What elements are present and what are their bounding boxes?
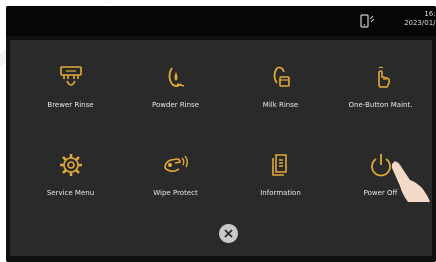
close-icon — [224, 229, 233, 238]
close-button[interactable] — [219, 224, 238, 243]
menu-item-label: Powder Rinse — [151, 101, 200, 109]
menu-item-one-button-maint[interactable]: One-Button Maint. — [328, 48, 433, 118]
wipe-hand-icon — [163, 155, 188, 172]
menu-item-wipe-protect[interactable]: Wipe Protect — [123, 136, 228, 206]
brewer-rinse-icon — [59, 66, 82, 86]
menu-item-label: Service Menu — [46, 189, 95, 197]
touch-hand-icon — [377, 66, 390, 88]
menu-item-service-menu[interactable]: Service Menu — [18, 136, 123, 206]
machine-screen: 16:4 2023/01/3 Brewer Rinse — [6, 6, 436, 262]
pointing-hand-icon — [391, 161, 430, 202]
phone-connection-icon — [360, 14, 375, 28]
menu-item-label: Milk Rinse — [262, 101, 299, 109]
gear-icon — [59, 154, 82, 176]
clock: 16:4 2023/01/3 — [404, 10, 436, 28]
menu-item-brewer-rinse[interactable]: Brewer Rinse — [18, 48, 123, 118]
status-bar: 16:4 2023/01/3 — [6, 6, 436, 36]
document-icon — [271, 154, 287, 176]
menu-item-label: Information — [260, 189, 301, 197]
maintenance-menu-panel: Brewer Rinse Powder Rinse Milk Rinse One… — [10, 40, 432, 256]
menu-item-label: Wipe Protect — [153, 189, 198, 197]
menu-item-label: One-Button Maint. — [348, 101, 413, 109]
time-text: 16:4 — [424, 10, 436, 18]
date-text: 2023/01/3 — [404, 19, 436, 27]
menu-item-milk-rinse[interactable]: Milk Rinse — [228, 48, 333, 118]
milk-rinse-icon — [273, 66, 290, 87]
menu-item-information[interactable]: Information — [228, 136, 333, 206]
powder-rinse-icon — [168, 67, 184, 87]
menu-item-label: Brewer Rinse — [47, 101, 94, 109]
menu-item-powder-rinse[interactable]: Powder Rinse — [123, 48, 228, 118]
